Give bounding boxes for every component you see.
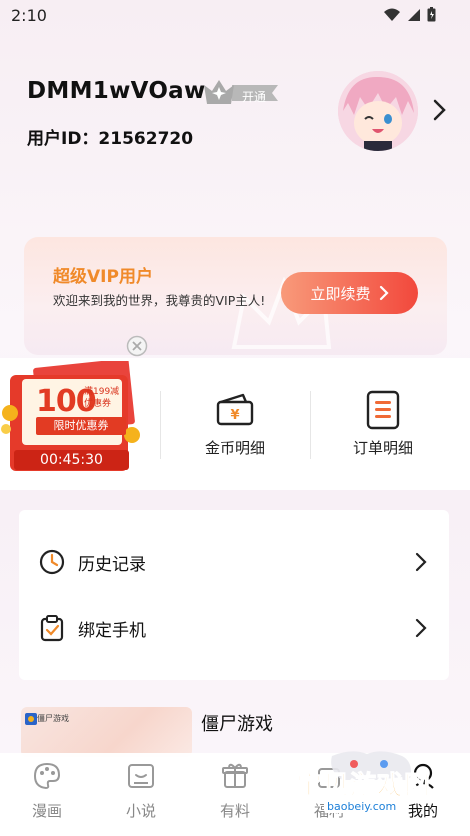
clock-icon — [39, 549, 65, 575]
gift-icon — [222, 763, 248, 788]
palette-icon — [33, 762, 61, 790]
chevron-right-icon — [379, 285, 389, 301]
nav-comics[interactable]: 漫画 — [0, 753, 94, 836]
feature-thumbnail[interactable]: 僵尸游戏 — [21, 707, 192, 757]
nav-novels[interactable]: 小说 — [94, 753, 188, 836]
coupon-condition: 满199减优惠券 — [84, 387, 120, 409]
status-icons — [383, 7, 436, 22]
vip-crown-badge[interactable] — [202, 77, 280, 109]
vip-open-label[interactable]: 开通 — [242, 88, 266, 105]
feature-title[interactable]: 僵尸游戏 — [201, 710, 273, 736]
coupon-timer: 00:45:30 — [40, 452, 103, 468]
watermark-text: 宝贝游戏网 — [295, 771, 432, 802]
username: DMM1wVOaw — [27, 78, 206, 104]
nav-label: 漫画 — [31, 802, 62, 820]
nav-label: 小说 — [125, 802, 156, 820]
vip-card: 超级VIP用户 欢迎来到我的世界，我尊贵的VIP主人! 立即续费 — [24, 237, 447, 355]
avatar[interactable] — [338, 71, 418, 151]
status-time: 2:10 — [11, 6, 47, 25]
menu-item-label: 历史记录 — [78, 555, 146, 575]
order-details-label: 订单明细 — [352, 439, 413, 457]
renew-button[interactable]: 立即续费 — [281, 272, 418, 314]
book-icon — [128, 764, 154, 788]
signal-icon — [408, 8, 420, 21]
menu-item-label: 绑定手机 — [78, 621, 146, 641]
chevron-right-icon — [415, 552, 427, 572]
status-bar: 2:10 — [0, 0, 470, 32]
close-icon[interactable] — [126, 335, 148, 357]
settings-menu: 历史记录 绑定手机 — [19, 510, 449, 680]
menu-item-history[interactable]: 历史记录 — [19, 532, 449, 592]
renew-button-label: 立即续费 — [310, 284, 371, 303]
avatar-image — [338, 71, 418, 151]
clipboard-check-icon — [40, 615, 64, 642]
chevron-right-icon — [415, 618, 427, 638]
wifi-icon — [384, 8, 400, 21]
nav-featured[interactable]: 有料 — [188, 753, 282, 836]
coin-details-link[interactable]: ¥ 金币明细 — [175, 389, 295, 469]
coin-details-label: 金币明细 — [204, 439, 265, 457]
vip-description: 欢迎来到我的世界，我尊贵的VIP主人! — [53, 293, 266, 308]
feature-thumbnail-text: 僵尸游戏 — [37, 714, 69, 723]
wallet-icon: ¥ — [216, 393, 254, 426]
game-logo-icon — [25, 713, 37, 725]
menu-item-bind-phone[interactable]: 绑定手机 — [19, 598, 449, 658]
order-details-link[interactable]: 订单明细 — [323, 389, 443, 469]
profile-chevron-icon[interactable] — [432, 98, 448, 122]
nav-label: 有料 — [219, 802, 250, 820]
order-list-icon — [366, 390, 400, 430]
divider — [160, 391, 161, 459]
battery-icon — [427, 7, 436, 22]
watermark-url: baobeiy.com — [324, 800, 400, 813]
vip-title: 超级VIP用户 — [53, 267, 153, 287]
divider — [310, 391, 311, 459]
svg-text:¥: ¥ — [230, 408, 239, 423]
coupon-ribbon: 限时优惠券 — [36, 417, 126, 435]
user-id: 用户ID：21562720 — [27, 129, 194, 149]
